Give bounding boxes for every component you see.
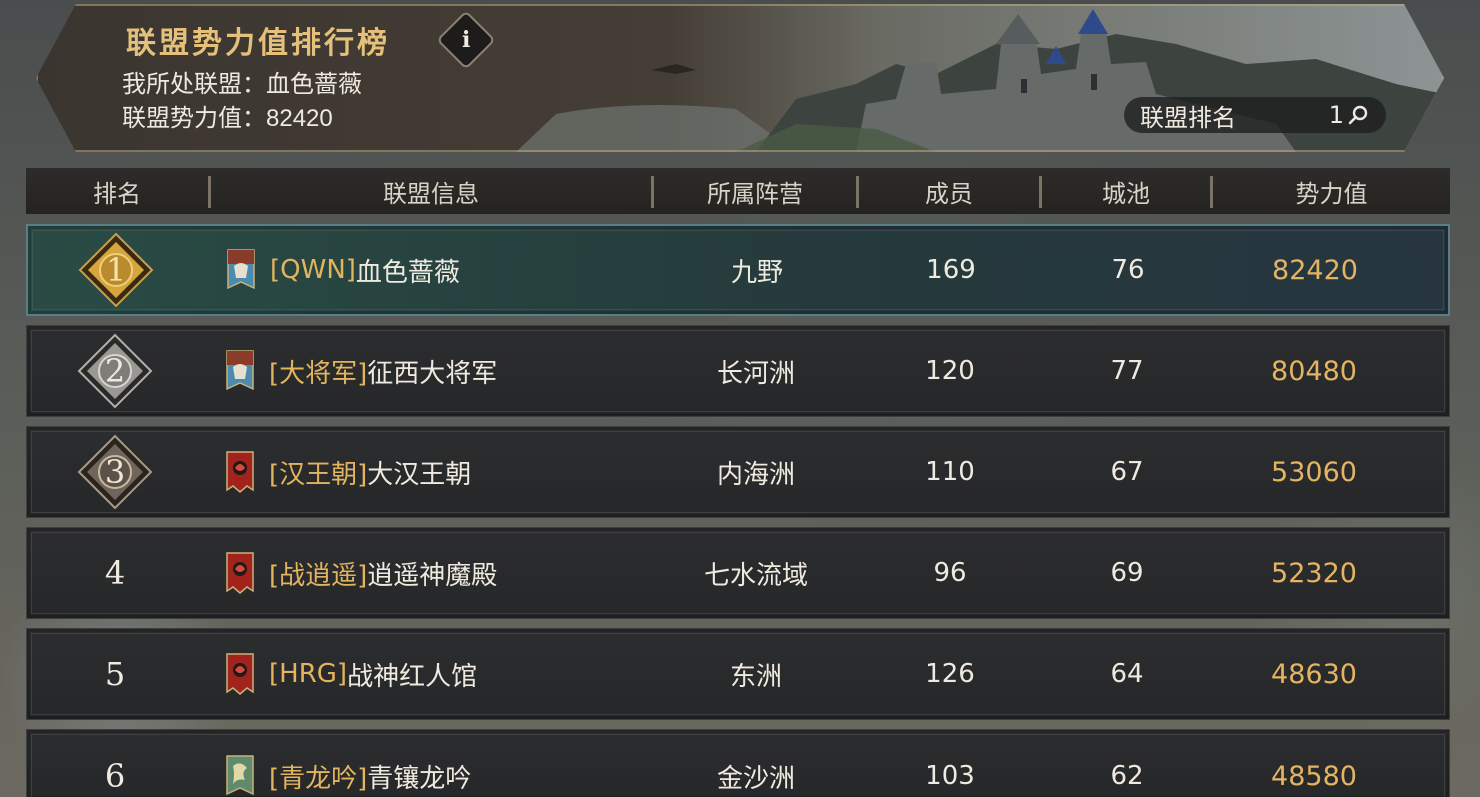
rank-number: 3 [104,453,126,491]
members-value: 169 [926,255,976,285]
alliance-tag: [QWN] [270,255,356,285]
alliance-tag: [战逍遥] [269,560,368,591]
members-value: 110 [925,457,975,487]
column-header-power: 势力值 [1295,179,1368,208]
cities-value: 67 [1110,457,1144,487]
red-banner-icon [226,451,254,493]
cities-value: 77 [1110,356,1144,386]
power-value: 53060 [1271,456,1357,488]
table-row-own-alliance[interactable]: 1 [QWN] 血色蔷薇 九野 169 76 82420 [26,224,1450,316]
alliance-rank-search[interactable]: 联盟排名 1 [1124,97,1386,133]
green-banner-icon [226,755,254,796]
alliance-power-value: 82420 [266,105,333,132]
camp-value: 七水流域 [703,560,808,591]
members-value: 96 [933,558,967,588]
rank-search-label: 联盟排名 [1140,103,1236,132]
camp-value: 东洲 [729,661,782,692]
cities-value: 76 [1111,255,1145,285]
alliance-tag: [大将军] [269,358,368,389]
alliance-tag: [青龙吟] [269,763,368,794]
column-header-cities: 城池 [1102,179,1150,208]
my-alliance-line: 我所处联盟：血色蔷薇 [122,64,362,99]
table-row[interactable]: 3 [汉王朝] 大汉王朝 内海洲 110 67 53060 [26,426,1450,518]
column-header-alliance-info: 联盟信息 [383,179,479,208]
alliance-name: 战神红人馆 [347,661,478,692]
alliance-power-label: 联盟势力值： [122,105,266,132]
page-title: 联盟势力值排行榜 [126,26,390,61]
cities-value: 64 [1110,659,1144,689]
alliance-name: 逍遥神魔殿 [367,560,498,591]
camp-value: 金沙洲 [716,763,795,794]
members-value: 103 [925,761,975,791]
members-value: 120 [925,356,975,386]
column-header-camp: 所属阵营 [707,179,803,208]
my-alliance-label: 我所处联盟： [122,71,266,98]
power-value: 48630 [1271,658,1357,690]
power-value: 80480 [1271,355,1357,387]
table-row[interactable]: 6 [青龙吟] 青镶龙吟 金沙洲 103 62 48580 [26,729,1450,797]
alliance-name: 血色蔷薇 [355,257,460,288]
table-row[interactable]: 4 [战逍遥] 逍遥神魔殿 七水流域 96 69 52320 [26,527,1450,619]
silver-medal-icon: 2 [77,333,153,409]
rank-number: 4 [104,554,126,592]
column-header-rank: 排名 [93,179,141,208]
alliance-name: 青镶龙吟 [367,763,472,794]
power-value: 52320 [1271,557,1357,589]
column-header-members: 成员 [925,179,973,208]
blue-banner-icon [227,249,255,290]
gold-medal-icon: 1 [78,232,154,308]
alliance-tag: [HRG] [269,659,348,689]
alliance-power-line: 联盟势力值：82420 [122,98,333,133]
red-banner-icon [226,552,254,594]
red-banner-icon [226,653,254,695]
cities-value: 69 [1110,558,1144,588]
rank-number: 6 [104,757,126,795]
table-header: 排名 联盟信息 所属阵营 成员 城池 势力值 [26,168,1450,214]
table-row[interactable]: 2 [大将军] 征西大将军 长河洲 120 77 80480 [26,325,1450,417]
alliance-name: 征西大将军 [367,358,498,389]
alliance-name: 大汉王朝 [367,459,472,490]
rank-number: 5 [104,655,126,693]
camp-value: 内海洲 [716,459,795,490]
table-row[interactable]: 5 [HRG] 战神红人馆 东洲 126 64 48630 [26,628,1450,720]
my-alliance-value: 血色蔷薇 [266,71,362,98]
search-icon[interactable] [1346,103,1370,127]
rank-search-value: 1 [1328,101,1344,129]
camp-value: 九野 [730,257,783,288]
power-value: 82420 [1272,254,1358,286]
rank-number: 2 [104,352,126,390]
rank-number: 1 [105,251,127,289]
members-value: 126 [925,659,975,689]
bronze-medal-icon: 3 [77,434,153,510]
alliance-tag: [汉王朝] [269,459,368,490]
camp-value: 长河洲 [716,358,795,389]
blue-banner-icon [226,350,254,391]
info-icon: i [461,26,471,53]
cities-value: 62 [1110,761,1144,791]
power-value: 48580 [1271,760,1357,792]
